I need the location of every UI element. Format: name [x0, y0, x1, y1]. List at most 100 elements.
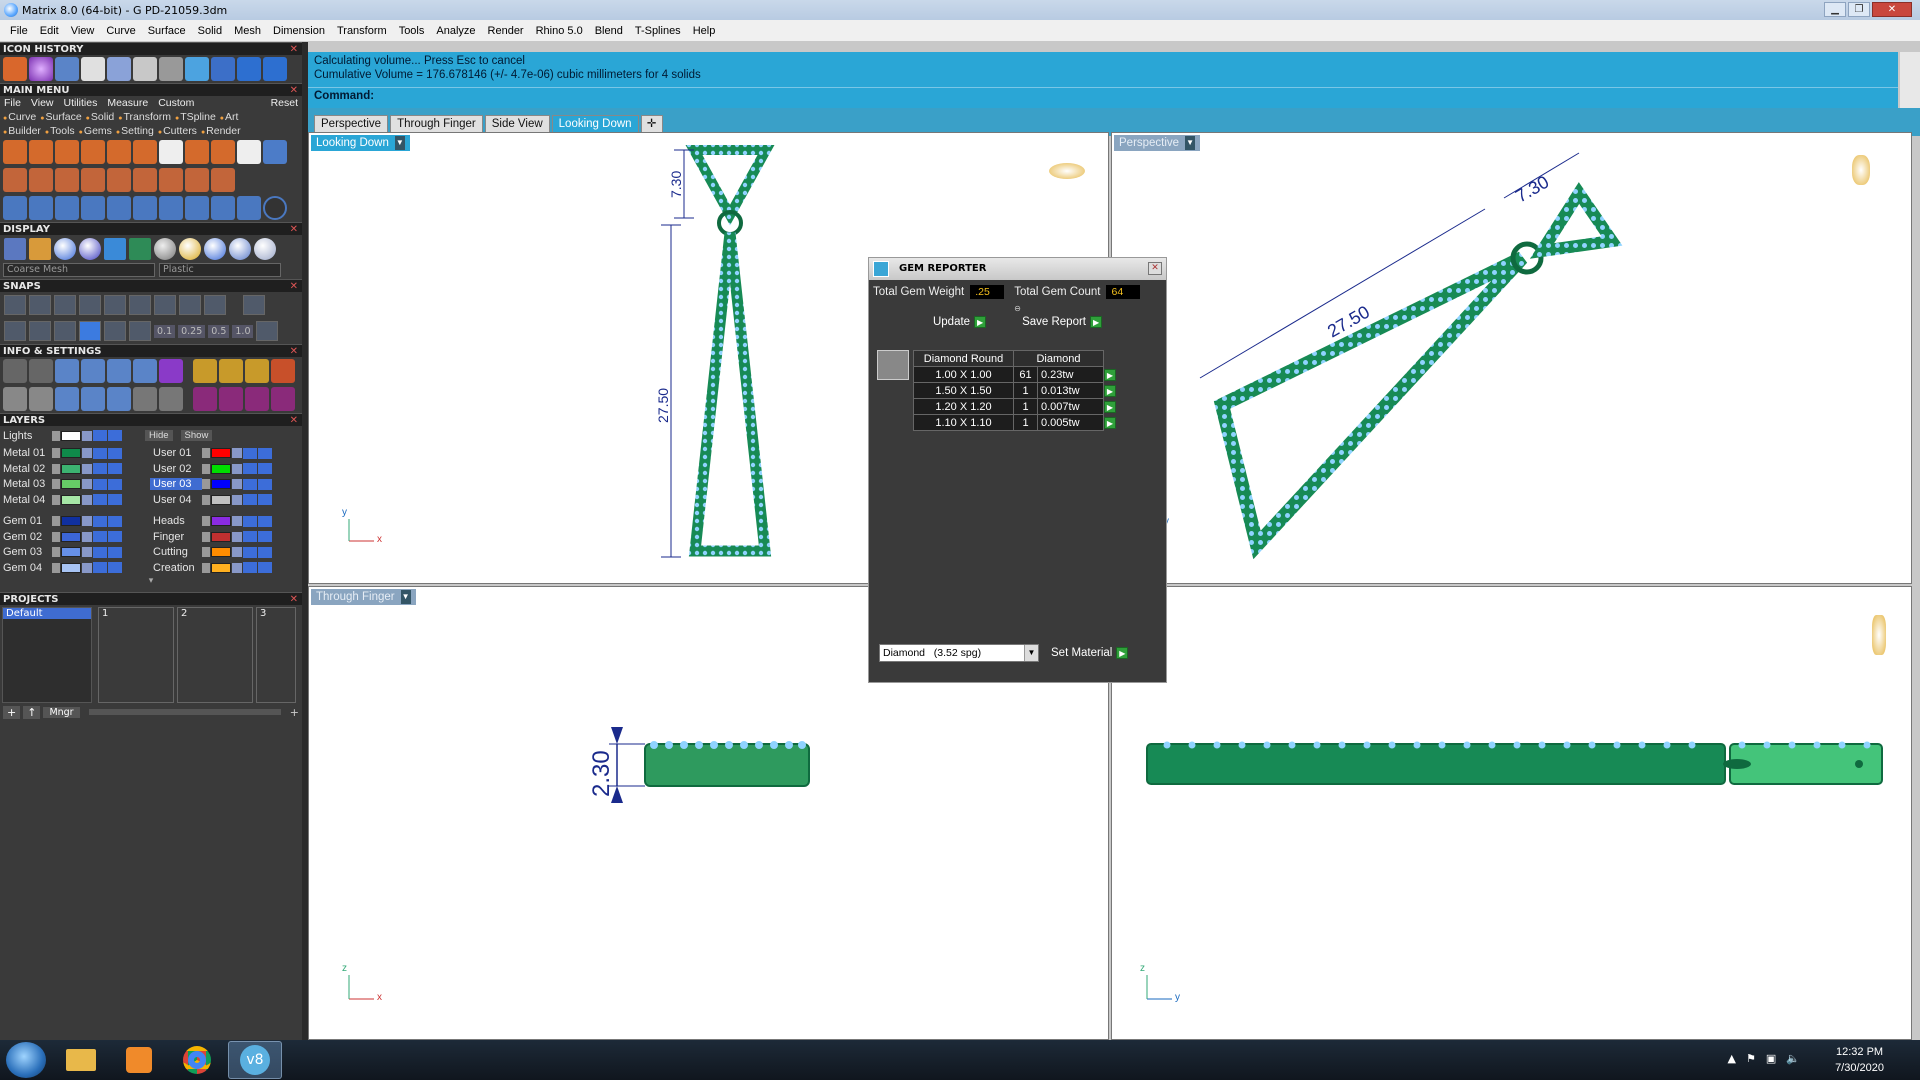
lock-icon[interactable] [82, 516, 92, 527]
close-icon[interactable]: ✕ [290, 345, 298, 358]
close-icon[interactable]: ✕ [290, 223, 298, 236]
menu-file[interactable]: File [4, 25, 34, 37]
cat-cutters[interactable]: Cutters [158, 125, 197, 137]
gem-reporter-titlebar[interactable]: GEM REPORTER ✕ [869, 258, 1166, 280]
layer-row[interactable]: User 04 [150, 492, 300, 508]
layer-row[interactable]: Metal 01 [0, 446, 150, 462]
lock-icon[interactable] [232, 547, 242, 558]
project-slider[interactable] [88, 709, 281, 715]
move-tool-icon[interactable] [107, 196, 131, 220]
ring-tool-icon[interactable] [81, 140, 105, 164]
table-row[interactable]: 1.20 X 1.20 1 0.007tw ▶ [913, 398, 1117, 415]
mesh-combo[interactable]: Coarse Mesh [3, 263, 155, 277]
lock-icon[interactable] [82, 479, 92, 490]
add-tab-icon[interactable]: ✛ [640, 115, 663, 133]
layer-row[interactable]: Heads [150, 514, 300, 530]
info-tool-icon[interactable] [107, 359, 131, 383]
history-icon[interactable] [129, 321, 151, 341]
forward-arrow-icon[interactable] [263, 57, 287, 81]
flag-icon[interactable]: ⚑ [1746, 1052, 1756, 1065]
material-select[interactable]: Diamond (3.52 spg) ▼ [879, 644, 1039, 662]
info-tool-icon[interactable] [193, 387, 217, 411]
layer-row[interactable]: Gem 04 [0, 560, 150, 576]
info-tool-icon[interactable] [219, 387, 243, 411]
info-tool-icon[interactable] [81, 359, 105, 383]
history-tool-icon[interactable] [133, 57, 157, 81]
main-menu-measure[interactable]: Measure [107, 97, 148, 109]
snap-mid-icon[interactable] [79, 295, 101, 315]
cat-tspline[interactable]: TSpline [175, 111, 216, 123]
display-mode-icon[interactable] [104, 238, 126, 260]
diamond-shape-icon[interactable] [877, 350, 909, 380]
menu-transform[interactable]: Transform [331, 25, 393, 37]
ring-tool-icon[interactable] [29, 140, 53, 164]
snap-quad-icon[interactable] [204, 295, 226, 315]
lock-icon[interactable] [232, 516, 242, 527]
lock-icon[interactable] [82, 547, 92, 558]
builder-tool-icon[interactable] [81, 196, 105, 220]
tab-looking-down[interactable]: Looking Down [551, 115, 639, 133]
media-player-icon[interactable] [112, 1041, 166, 1079]
builder-tool-icon[interactable] [211, 196, 235, 220]
lock-icon[interactable] [232, 562, 242, 573]
display-mode-icon[interactable] [129, 238, 151, 260]
rendered-icon[interactable] [79, 238, 101, 260]
layer-visible-icon[interactable] [108, 430, 122, 442]
builder-tool-icon[interactable] [185, 168, 209, 192]
grid-snap-icon[interactable] [79, 321, 101, 341]
layer-color[interactable] [61, 430, 81, 441]
layer-row[interactable]: Cutting [150, 545, 300, 561]
cat-tools[interactable]: Tools [45, 125, 75, 137]
info-tool-icon[interactable] [193, 359, 217, 383]
shaded-icon[interactable] [54, 238, 76, 260]
table-row[interactable]: 1.00 X 1.00 61 0.23tw ▶ [913, 366, 1117, 383]
tab-through-finger[interactable]: Through Finger [390, 115, 483, 133]
history-tool-icon[interactable] [159, 57, 183, 81]
project-default[interactable]: Default [3, 607, 91, 619]
ring-tool-icon[interactable] [55, 140, 79, 164]
layer-row[interactable]: Metal 03 [0, 477, 150, 493]
project-slot[interactable]: 3 [256, 606, 296, 703]
builder-tool-icon[interactable] [107, 168, 131, 192]
ring-preview-icon[interactable] [1872, 615, 1886, 655]
info-tool-icon[interactable] [29, 387, 53, 411]
close-icon[interactable]: ✕ [290, 414, 298, 427]
close-icon[interactable]: ✕ [290, 84, 298, 97]
layer-row[interactable]: Finger [150, 529, 300, 545]
menu-blend[interactable]: Blend [589, 25, 629, 37]
menu-solid[interactable]: Solid [192, 25, 228, 37]
save-report-button[interactable]: Save Report ▶ [1022, 316, 1103, 328]
builder-tool-icon[interactable] [133, 196, 157, 220]
tab-side-view[interactable]: Side View [484, 115, 550, 133]
divider-handle-icon[interactable]: ⊖ [869, 304, 1166, 314]
tab-perspective[interactable]: Perspective [314, 115, 389, 133]
material-icon[interactable] [229, 238, 251, 260]
layer-row[interactable]: Gem 02 [0, 529, 150, 545]
chrome-icon[interactable] [170, 1041, 224, 1079]
layer-row[interactable]: Metal 02 [0, 461, 150, 477]
filter-icon[interactable] [107, 387, 131, 411]
snap-near-icon[interactable] [29, 295, 51, 315]
project-slot[interactable]: 2 [177, 606, 253, 703]
cat-art[interactable]: Art [220, 111, 238, 123]
viewport-side-view[interactable]: w▼ z y [1111, 586, 1912, 1040]
select-row-icon[interactable]: ▶ [1104, 368, 1116, 381]
gumball-icon[interactable] [104, 321, 126, 341]
builder-tool-icon[interactable] [211, 140, 235, 164]
select-row-icon[interactable]: ▶ [1104, 416, 1116, 429]
material-icon[interactable] [254, 238, 276, 260]
menu-tsplines[interactable]: T-Splines [629, 25, 687, 37]
add-project-button[interactable]: + [3, 705, 21, 719]
snap-end-icon[interactable] [4, 295, 26, 315]
lock-icon[interactable] [82, 494, 92, 505]
history-tool-icon[interactable] [81, 57, 105, 81]
osnap-icon[interactable] [54, 321, 76, 341]
back-arrow-icon[interactable] [237, 57, 261, 81]
layer-arrow-icon[interactable] [52, 430, 60, 441]
layer-lights[interactable]: Lights Hide Show [0, 428, 302, 444]
snap-perp-icon[interactable] [154, 295, 176, 315]
info-tool-icon[interactable] [245, 387, 269, 411]
info-tool-icon[interactable] [271, 359, 295, 383]
builder-tool-icon[interactable] [133, 168, 157, 192]
history-tool-icon[interactable] [55, 57, 79, 81]
